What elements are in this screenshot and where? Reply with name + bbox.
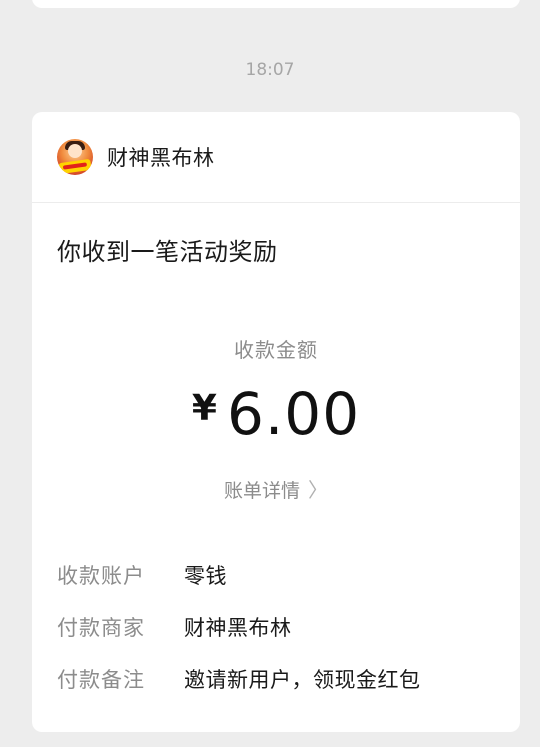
detail-value: 零钱 [184,564,227,588]
detail-label: 付款备注 [57,668,145,692]
detail-label: 收款账户 [57,564,145,588]
amount-value: 6.00 [226,380,361,448]
card-header[interactable]: 财神黑布林 [32,112,520,203]
message-timestamp: 18:07 [245,60,295,80]
currency-symbol: ¥ [191,388,217,429]
merchant-name: 财神黑布林 [107,146,215,170]
detail-row-paying-merchant: 付款商家 财神黑布林 [57,612,292,642]
bill-detail-link[interactable]: 账单详情〉 [32,474,520,503]
detail-value: 财神黑布林 [184,616,292,640]
notification-title: 你收到一笔活动奖励 [57,238,278,266]
bill-detail-label: 账单详情 [223,480,300,502]
detail-row-payment-note: 付款备注 邀请新用户，领现金红包 [57,664,421,694]
merchant-avatar [57,139,93,175]
payment-notification-card[interactable]: 财神黑布林 你收到一笔活动奖励 收款金额 ¥6.00 账单详情〉 收款账户 零钱… [32,112,520,732]
chevron-right-icon: 〉 [308,478,328,502]
amount-label: 收款金额 [234,338,318,362]
previous-message-card[interactable] [32,0,520,8]
detail-label: 付款商家 [57,616,145,640]
detail-value: 邀请新用户，领现金红包 [184,668,421,692]
amount-display: ¥6.00 [32,380,520,448]
detail-row-receiving-account: 收款账户 零钱 [57,560,227,590]
